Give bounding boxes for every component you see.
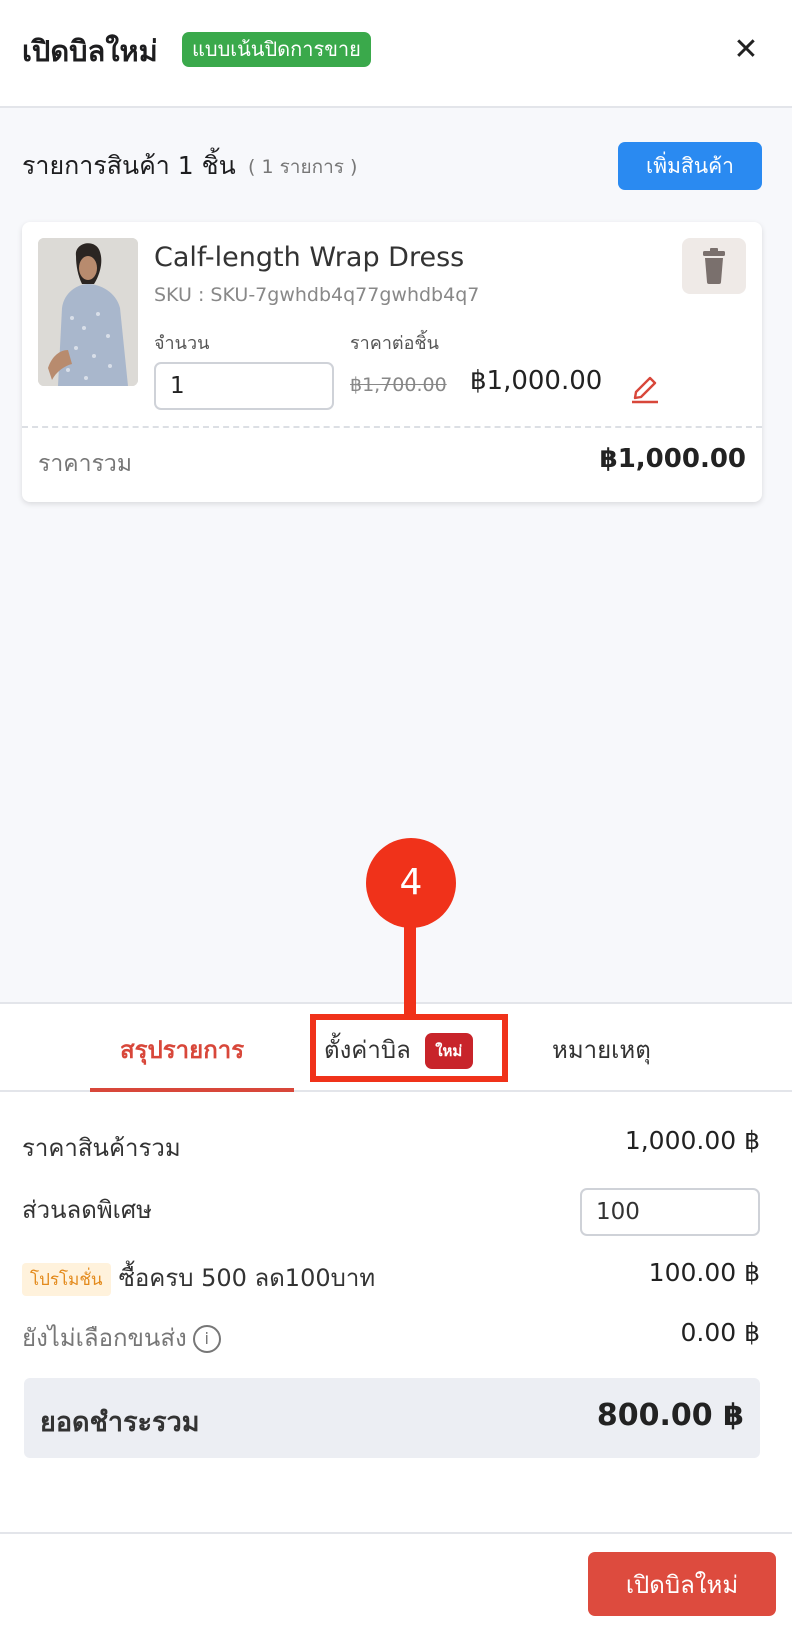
tab-summary[interactable]: สรุปรายการ — [120, 1030, 244, 1069]
quantity-input[interactable] — [154, 362, 334, 410]
grand-total-box: ยอดชำระรวม 800.00 ฿ — [24, 1378, 760, 1458]
unit-price-label: ราคาต่อชิ้น — [350, 333, 439, 354]
quantity-label: จำนวน — [154, 333, 210, 354]
item-total-value: ฿1,000.00 — [599, 444, 746, 474]
edit-price-icon[interactable] — [630, 370, 660, 404]
items-section-title: รายการสินค้า 1 ชิ้น — [22, 151, 236, 180]
special-discount-label: ส่วนลดพิเศษ — [22, 1196, 152, 1224]
annotation-highlight-box — [310, 1014, 508, 1082]
shipping-label: ยังไม่เลือกขนส่ง — [22, 1324, 187, 1352]
info-icon[interactable]: i — [192, 1325, 221, 1353]
delete-item-button[interactable] — [682, 238, 746, 294]
sales-mode-badge: แบบเน้นปิดการขาย — [182, 32, 371, 67]
shipping-row: ยังไม่เลือกขนส่ง i — [22, 1318, 221, 1357]
close-icon[interactable]: ✕ — [726, 30, 766, 70]
annotation-connector — [404, 926, 416, 1020]
promotion-label: ซื้อครบ 500 ลด100บาท — [118, 1264, 376, 1292]
grand-total-value: 800.00 ฿ — [596, 1398, 744, 1433]
shipping-value: 0.00 ฿ — [680, 1318, 760, 1347]
tab-notes[interactable]: หมายเหตุ — [552, 1030, 651, 1069]
page-title: เปิดบิลใหม่ — [22, 34, 158, 68]
items-count: ( 1 รายการ ) — [248, 156, 358, 178]
modal-header: เปิดบิลใหม่ แบบเน้นปิดการขาย ✕ — [0, 0, 792, 108]
open-new-bill-button[interactable]: เปิดบิลใหม่ — [588, 1552, 776, 1616]
special-discount-input[interactable] — [580, 1188, 760, 1236]
item-total-label: ราคารวม — [38, 451, 132, 477]
subtotal-value: 1,000.00 ฿ — [624, 1126, 760, 1155]
annotation-step-marker: 4 — [366, 838, 456, 928]
product-sku: SKU : SKU-7gwhdb4q77gwhdb4q7 — [154, 284, 480, 306]
grand-total-label: ยอดชำระรวม — [40, 1407, 200, 1438]
promotion-badge: โปรโมชั่น — [22, 1262, 111, 1296]
trash-icon — [703, 248, 725, 284]
original-price: ฿1,700.00 — [350, 374, 447, 396]
card-divider — [22, 426, 762, 428]
product-name: Calf-length Wrap Dress — [154, 242, 465, 273]
current-price: ฿1,000.00 — [470, 366, 603, 396]
footer-bar: เปิดบิลใหม่ — [0, 1532, 792, 1626]
product-card: Calf-length Wrap Dress SKU : SKU-7gwhdb4… — [22, 222, 762, 502]
promotion-row: โปรโมชั่น ซื้อครบ 500 ลด100บาท — [22, 1258, 375, 1297]
active-tab-indicator — [90, 1088, 294, 1092]
product-image — [38, 238, 138, 386]
subtotal-label: ราคาสินค้ารวม — [22, 1134, 181, 1162]
promotion-value: 100.00 ฿ — [648, 1258, 760, 1287]
add-product-button[interactable]: เพิ่มสินค้า — [618, 142, 762, 190]
